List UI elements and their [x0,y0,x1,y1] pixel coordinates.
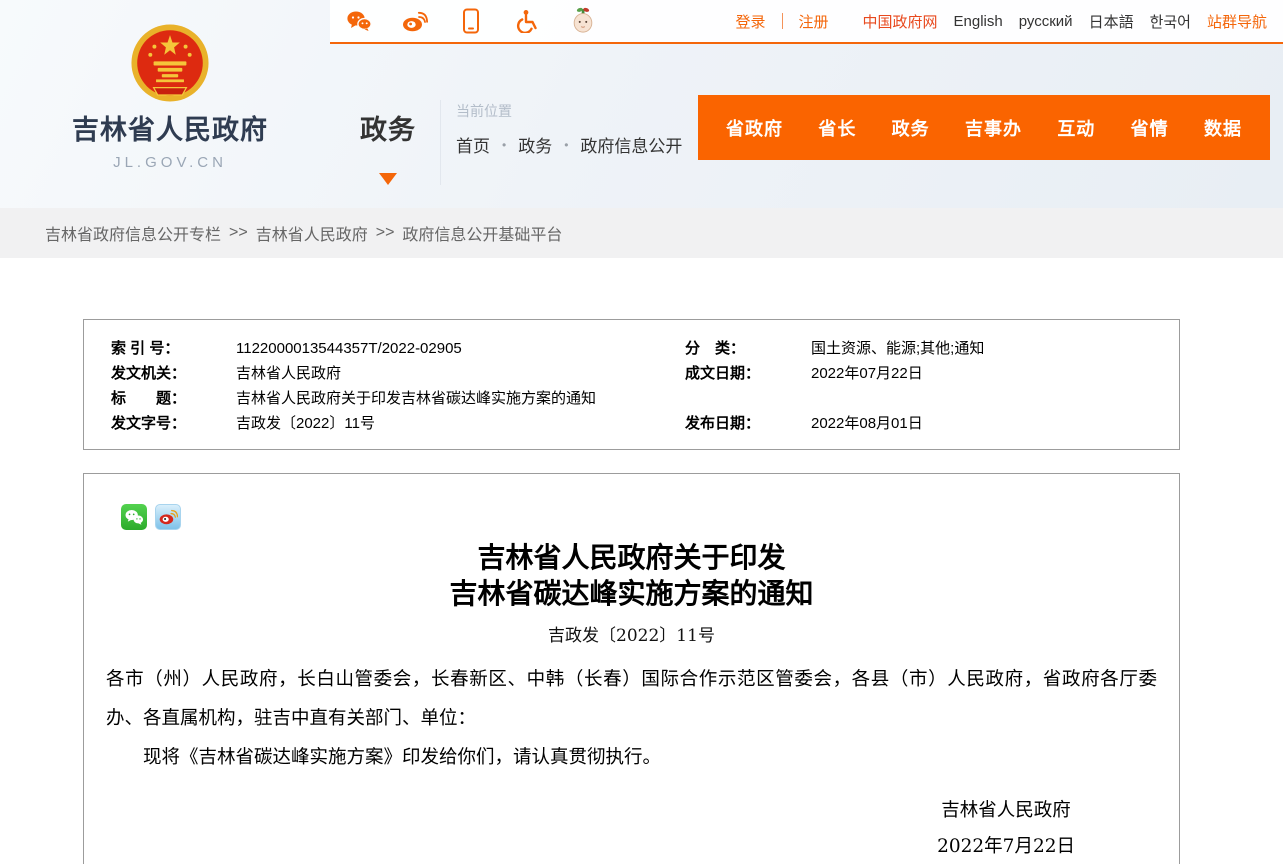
lang-english-link[interactable]: English [954,13,1003,30]
document-metadata-box: 索 引 号： 1122000013544357T/2022-02905 分 类：… [83,319,1180,450]
breadcrumb-info-disclosure[interactable]: 政府信息公开 [580,132,682,157]
document-body: 各市（州）人民政府，长白山管委会，长春新区、中韩（长春）国际合作示范区管委会，各… [96,660,1167,777]
main-navigation: 省政府 省长 政务 吉事办 互动 省情 数据 [698,95,1270,160]
nav-data[interactable]: 数据 [1204,115,1242,141]
main-content: 索 引 号： 1122000013544357T/2022-02905 分 类：… [0,258,1283,864]
national-emblem-icon [129,22,211,104]
section-divider [440,100,441,185]
document-paragraph-salutation: 各市（州）人民政府，长白山管委会，长春新区、中韩（长春）国际合作示范区管委会，各… [106,660,1157,738]
share-buttons [96,504,1167,530]
meta-label-issuing-agency: 发文机关： [111,362,236,386]
document-title-line1: 吉林省人民政府关于印发 [96,540,1167,576]
document-title-line2: 吉林省碳达峰实施方案的通知 [96,576,1167,612]
location-breadcrumb: 首页 • 政务 • 政府信息公开 [456,132,682,157]
login-register-divider [782,13,783,29]
gov-cn-link[interactable]: 中国政府网 [863,11,938,32]
signature-agency: 吉林省人民政府 [937,793,1075,829]
nav-jishiban[interactable]: 吉事办 [965,115,1022,141]
accessibility-icon[interactable] [514,8,540,34]
mobile-icon[interactable] [458,8,484,34]
signature-date: 2022年7月22日 [937,829,1075,864]
top-utility-bar: 登录 注册 中国政府网 English русский 日本語 한국어 站群导航 [330,0,1283,44]
meta-value-publish-date: 2022年08月01日 [811,412,1179,436]
meta-label-written-date: 成文日期： [685,362,811,386]
meta-label-title: 标 题： [111,387,236,411]
current-section: 政务 [358,108,418,185]
breadcrumb-separator: • [502,138,506,152]
location-block: 当前位置 首页 • 政务 • 政府信息公开 [456,101,682,157]
utility-links: 登录 注册 中国政府网 English русский 日本語 한국어 站群导航 [735,11,1267,32]
caret-down-icon [379,173,397,185]
site-domain: JL.GOV.CN [70,154,270,171]
breadcrumb-home[interactable]: 首页 [456,132,490,157]
document-paragraph-main: 现将《吉林省碳达峰实施方案》印发给你们，请认真贯彻执行。 [106,738,1157,777]
graybar-separator: >> [376,224,395,242]
breadcrumb-zhengwu[interactable]: 政务 [518,132,552,157]
wechat-icon[interactable] [346,8,372,34]
meta-label-category: 分 类： [685,337,811,361]
lang-japanese-link[interactable]: 日本語 [1089,11,1134,32]
share-weibo-icon[interactable] [155,504,181,530]
meta-value-index: 1122000013544357T/2022-02905 [236,337,685,361]
signature-block: 吉林省人民政府 2022年7月22日 [96,793,1167,864]
nav-governor[interactable]: 省长 [818,115,856,141]
nav-provincial-government[interactable]: 省政府 [726,115,783,141]
share-wechat-icon[interactable] [121,504,147,530]
document-number: 吉政发〔2022〕11号 [96,621,1167,646]
graybar-crumb-1[interactable]: 吉林省政府信息公开专栏 [45,221,221,245]
site-title: 吉林省人民政府 [70,108,270,147]
graybar-crumb-2[interactable]: 吉林省人民政府 [256,221,368,245]
platform-breadcrumb-bar: 吉林省政府信息公开专栏 >> 吉林省人民政府 >> 政府信息公开基础平台 [0,208,1283,258]
site-logo[interactable]: 吉林省人民政府 JL.GOV.CN [70,22,270,171]
nav-interaction[interactable]: 互动 [1057,115,1095,141]
metadata-grid: 索 引 号： 1122000013544357T/2022-02905 分 类：… [84,337,1179,436]
meta-value-title: 吉林省人民政府关于印发吉林省碳达峰实施方案的通知 [236,387,1179,411]
graybar-separator: >> [229,224,248,242]
nav-province-profile[interactable]: 省情 [1131,115,1169,141]
breadcrumb-separator: • [564,138,568,152]
lang-russian-link[interactable]: русский [1019,13,1073,30]
meta-value-written-date: 2022年07月22日 [811,362,1179,386]
login-link[interactable]: 登录 [735,11,765,32]
location-label: 当前位置 [456,101,682,121]
meta-label-index: 索 引 号： [111,337,236,361]
page-header: 登录 注册 中国政府网 English русский 日本語 한국어 站群导航 [0,0,1283,208]
meta-value-issuing-agency: 吉林省人民政府 [236,362,685,386]
meta-label-publish-date: 发布日期： [685,412,811,436]
social-icon-group [346,8,596,34]
mascot-icon[interactable] [570,8,596,34]
weibo-icon[interactable] [402,8,428,34]
meta-value-category: 国土资源、能源;其他;通知 [811,337,1179,361]
section-title: 政务 [358,108,418,147]
document-body-box: 吉林省人民政府关于印发 吉林省碳达峰实施方案的通知 吉政发〔2022〕11号 各… [83,473,1180,864]
meta-label-doc-number: 发文字号： [111,412,236,436]
register-link[interactable]: 注册 [799,11,829,32]
lang-korean-link[interactable]: 한국어 [1150,11,1191,32]
site-navigation-link[interactable]: 站群导航 [1207,11,1267,32]
graybar-crumb-3[interactable]: 政府信息公开基础平台 [402,221,562,245]
meta-value-doc-number: 吉政发〔2022〕11号 [236,412,685,436]
nav-zhengwu[interactable]: 政务 [892,115,930,141]
